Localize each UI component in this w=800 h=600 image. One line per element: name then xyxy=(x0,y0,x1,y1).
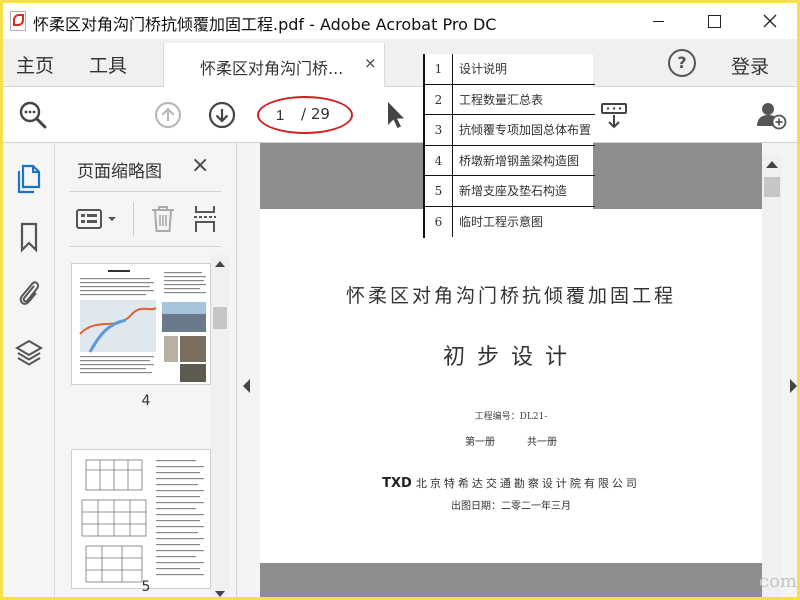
scroll-mode-icon[interactable] xyxy=(599,101,629,131)
list-item: 4 桥墩新增钢盖梁构造图 xyxy=(425,145,595,176)
list-item-text: 设计说明 xyxy=(459,62,508,76)
scroll-up-arrow-icon[interactable] xyxy=(766,161,778,168)
scrollbar-thumb[interactable] xyxy=(213,307,227,329)
page-4-preview xyxy=(79,270,206,382)
list-item-text: 桥墩新增钢盖梁构造图 xyxy=(459,153,580,168)
thumbnails-scrollbar[interactable] xyxy=(211,255,229,597)
thumbnails-toolbar xyxy=(69,191,221,247)
thumbnail-options-icon[interactable] xyxy=(75,206,121,232)
watermark-text: com xyxy=(759,571,797,592)
list-item-number: 6 xyxy=(425,206,453,237)
next-page-icon[interactable] xyxy=(207,100,237,130)
page-thumbnail[interactable] xyxy=(71,449,211,589)
previous-page-icon[interactable] xyxy=(153,100,183,130)
list-item: 5 新增支座及垫石构造 xyxy=(425,176,595,207)
page-gap-bottom xyxy=(260,563,762,597)
thumbnails-pane-title: 页面缩略图 xyxy=(77,162,162,182)
drawing-index-list: 1 设计说明 2 工程数量汇总表 3 抗倾覆专项加固总体布置 4 桥墩新增钢盖梁… xyxy=(423,54,595,238)
list-item: 6 临时工程示意图 xyxy=(425,206,595,238)
volume-label: 第一册 xyxy=(465,437,495,448)
volume-info: 第一册 共一册 xyxy=(260,433,762,448)
list-item: 2 工程数量汇总表 xyxy=(425,84,595,115)
list-item-text: 新增支座及垫石构造 xyxy=(459,184,568,198)
expand-right-panel-arrow-icon[interactable] xyxy=(790,379,797,393)
maximize-button[interactable] xyxy=(691,7,737,35)
minimize-button[interactable] xyxy=(635,7,681,35)
close-icon xyxy=(763,14,777,28)
tab-bar: 主页 工具 怀柔区对角沟门桥... × ? 登录 xyxy=(3,39,797,87)
home-tab[interactable]: 主页 xyxy=(16,51,54,78)
toolbar-divider xyxy=(133,202,134,236)
search-zoom-icon[interactable] xyxy=(17,99,49,131)
document-subtitle: 初步设计 xyxy=(442,345,579,370)
extract-page-icon[interactable] xyxy=(191,204,219,234)
issue-date: 出图日期：二零二一年三月 xyxy=(451,501,571,512)
thumbnail-page-number: 4 xyxy=(141,393,151,409)
window-title: 怀柔区对角沟门桥抗倾覆加固工程.pdf - Adobe Acrobat Pro … xyxy=(33,15,497,34)
scroll-up-arrow-icon[interactable] xyxy=(215,261,225,267)
thumbnails-pane: 页面缩略图 × 4 5 xyxy=(55,143,237,597)
company-row: TXD 北京特希达交通勘察设计院有限公司 xyxy=(260,475,762,491)
scroll-down-arrow-icon[interactable] xyxy=(215,591,225,597)
collapse-left-panel-arrow-icon[interactable] xyxy=(243,379,250,393)
navigation-rail xyxy=(3,143,55,597)
list-item-number: 2 xyxy=(425,84,453,115)
list-item-number: 1 xyxy=(425,54,453,84)
acrobat-pdf-icon xyxy=(10,11,26,31)
list-item-number: 3 xyxy=(425,115,453,145)
list-item: 1 设计说明 xyxy=(425,54,595,85)
document-scrollbar[interactable] xyxy=(762,155,782,597)
pdf-page: 怀柔区对角沟门桥抗倾覆加固工程 初步设计 工程编号：DL21- 第一册 共一册 T… xyxy=(260,209,762,563)
app-window: 怀柔区对角沟门桥抗倾覆加固工程.pdf - Adobe Acrobat Pro … xyxy=(0,0,800,600)
delete-page-icon[interactable] xyxy=(149,204,177,234)
company-name: 北京特希达交通勘察设计院有限公司 xyxy=(415,477,640,490)
list-item-number: 4 xyxy=(425,145,453,176)
layers-icon[interactable] xyxy=(15,337,43,369)
document-tab-label: 怀柔区对角沟门桥... xyxy=(200,59,344,78)
project-code: 工程编号：DL21- xyxy=(474,412,548,422)
page-5-preview xyxy=(81,459,204,583)
toolbar: / 29 xyxy=(3,87,797,143)
title-bar: 怀柔区对角沟门桥抗倾覆加固工程.pdf - Adobe Acrobat Pro … xyxy=(3,3,797,39)
list-item: 3 抗倾覆专项加固总体布置 xyxy=(425,115,595,146)
thumbnail-page-number: 5 xyxy=(141,579,151,595)
page-thumbnail[interactable] xyxy=(71,263,211,385)
list-item-text: 抗倾覆专项加固总体布置 xyxy=(459,123,592,137)
add-user-icon[interactable] xyxy=(755,99,787,131)
close-window-button[interactable] xyxy=(747,7,793,35)
document-tab-close-button[interactable]: × xyxy=(364,54,377,72)
company-logo: TXD xyxy=(382,476,412,491)
list-item-text: 临时工程示意图 xyxy=(459,214,544,229)
bookmark-icon[interactable] xyxy=(15,221,43,253)
volume-total: 共一册 xyxy=(527,437,557,448)
document-tab[interactable]: 怀柔区对角沟门桥... × xyxy=(163,43,385,87)
list-item-number: 5 xyxy=(425,176,453,206)
page-thumbnails-icon[interactable] xyxy=(15,163,43,195)
tools-tab[interactable]: 工具 xyxy=(89,51,127,78)
thumbnails-pane-close-button[interactable]: × xyxy=(191,153,209,178)
red-annotation-ellipse xyxy=(257,96,353,134)
paperclip-icon[interactable] xyxy=(15,277,43,309)
login-button[interactable]: 登录 xyxy=(731,52,769,79)
document-title: 怀柔区对角沟门桥抗倾覆加固工程 xyxy=(345,285,676,307)
scrollbar-thumb[interactable] xyxy=(764,177,780,197)
help-button[interactable]: ? xyxy=(668,49,696,77)
select-cursor-icon[interactable] xyxy=(383,99,407,131)
list-item-text: 工程数量汇总表 xyxy=(459,92,544,107)
